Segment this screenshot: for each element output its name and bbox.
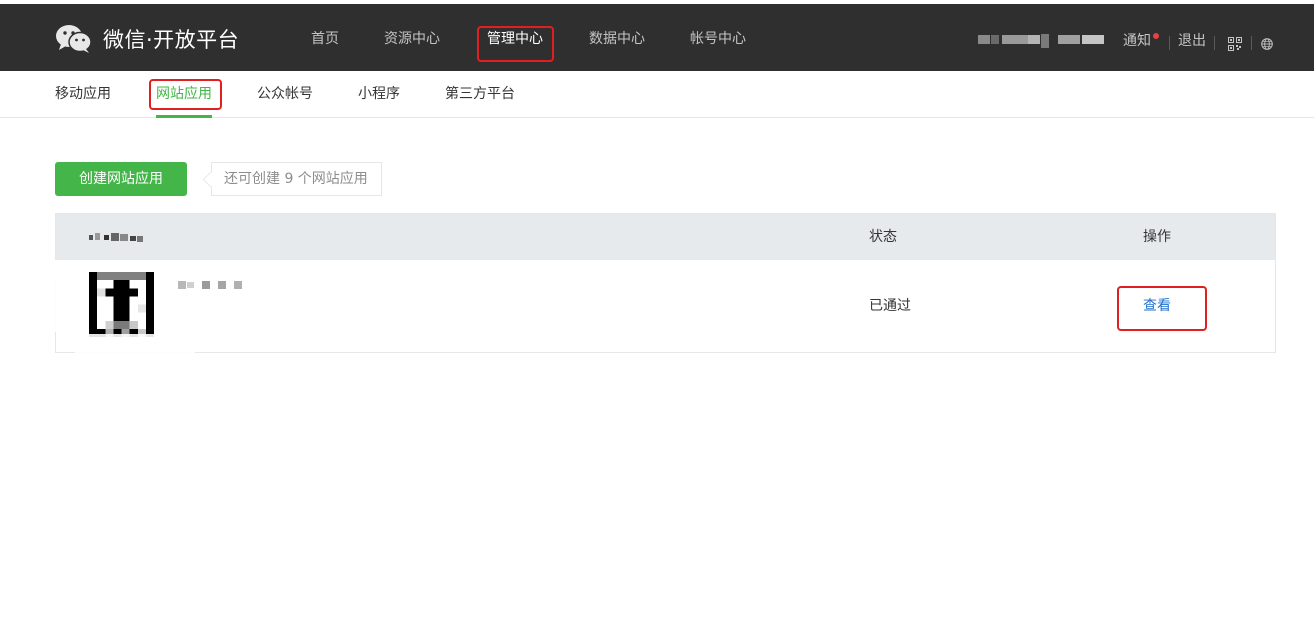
- create-website-app-button[interactable]: 创建网站应用: [55, 162, 187, 196]
- status-value: 已通过: [869, 298, 911, 314]
- highlight-box-website-app: [149, 79, 222, 110]
- notify-link[interactable]: 通知: [1123, 30, 1151, 52]
- brand-logo[interactable]: 微信·开放平台: [55, 23, 239, 55]
- tab-mini-program[interactable]: 小程序: [358, 83, 400, 105]
- divider: [1169, 36, 1170, 50]
- globe-icon[interactable]: [1261, 38, 1273, 50]
- app-icon: [89, 272, 154, 337]
- divider: [1214, 36, 1215, 50]
- active-tab-indicator: [156, 115, 212, 118]
- tab-third-party-platform[interactable]: 第三方平台: [445, 83, 515, 105]
- nav-resource-center[interactable]: 资源中心: [384, 28, 440, 50]
- tab-mobile-app[interactable]: 移动应用: [55, 83, 111, 105]
- brand-title: 微信·开放平台: [103, 28, 240, 52]
- table-header: 状态 操作: [56, 214, 1275, 260]
- app-table: 状态 操作 已通过 查看: [55, 213, 1276, 353]
- highlight-box-management: [477, 26, 554, 62]
- table-row: 已通过 查看: [55, 260, 1275, 352]
- wechat-logo-icon: [56, 25, 92, 53]
- top-navigation-bar: 微信·开放平台 首页 资源中心 管理中心 数据中心 帐号中心 通知 退出: [0, 4, 1314, 71]
- notify-dot-icon: [1153, 33, 1159, 39]
- nav-data-center[interactable]: 数据中心: [589, 28, 645, 50]
- tab-official-account[interactable]: 公众帐号: [257, 83, 313, 105]
- qrcode-icon[interactable]: [1228, 37, 1242, 51]
- app-name-header-masked: [89, 233, 149, 242]
- operation-column-header: 操作: [1143, 229, 1171, 245]
- status-column-header: 状态: [869, 229, 897, 245]
- divider: [1251, 36, 1252, 50]
- logout-link[interactable]: 退出: [1178, 30, 1206, 52]
- highlight-box-view: [1117, 286, 1207, 331]
- remaining-count-tip: 还可创建 9 个网站应用: [211, 162, 382, 196]
- nav-account-center[interactable]: 帐号中心: [690, 28, 746, 50]
- mask-fragment: [75, 334, 195, 356]
- mask-fragment: [55, 262, 85, 332]
- sub-navigation: 移动应用 网站应用 公众帐号 小程序 第三方平台: [0, 71, 1314, 118]
- nav-home[interactable]: 首页: [311, 28, 339, 50]
